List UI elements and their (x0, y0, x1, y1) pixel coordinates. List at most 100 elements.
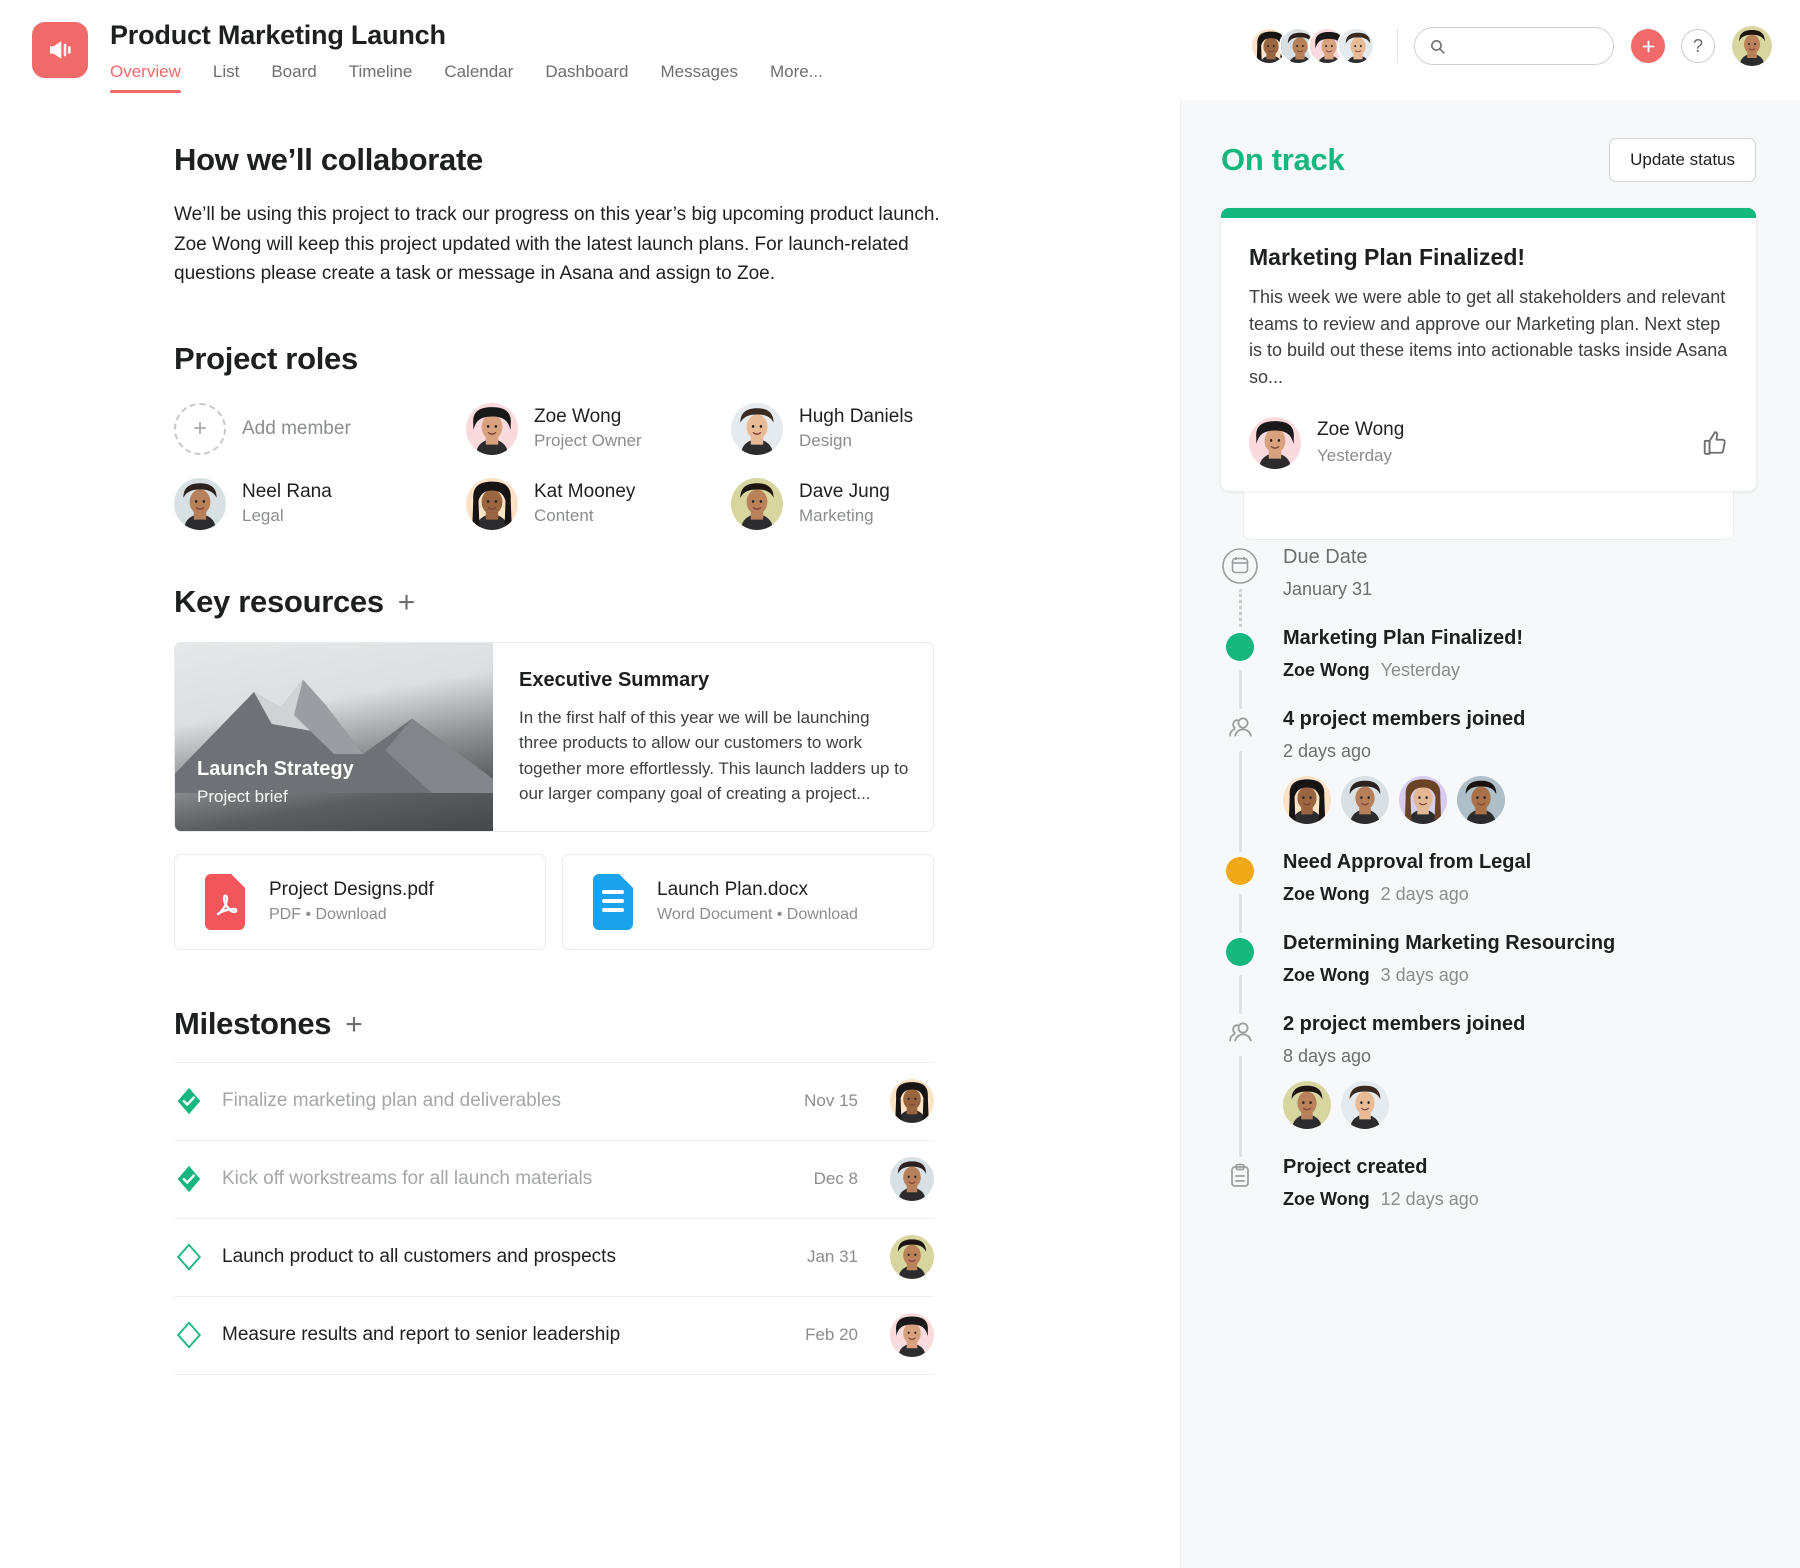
milestone-complete-icon[interactable] (174, 1086, 204, 1116)
activity-item-due-date: Due Date January 31 (1221, 545, 1756, 628)
activity-author: Zoe Wong (1283, 883, 1370, 904)
avatar[interactable] (1283, 1080, 1331, 1129)
timeline-connector (1239, 669, 1242, 709)
status-update-card[interactable]: Marketing Plan Finalized! This week we w… (1221, 208, 1756, 491)
activity-time: 8 days ago (1283, 1045, 1372, 1066)
milestones-list: Finalize marketing plan and deliverables… (174, 1061, 934, 1375)
tab-list[interactable]: List (197, 60, 255, 93)
avatar[interactable] (1283, 775, 1331, 824)
collaborate-body: We’ll be using this project to track our… (174, 204, 940, 285)
role-member-neel-rana[interactable]: Neel Rana Legal (174, 477, 466, 530)
role-member-kat-mooney[interactable]: Kat Mooney Content (466, 477, 731, 530)
file-meta: PDF • Download (269, 906, 387, 924)
role-member-dave-jung[interactable]: Dave Jung Marketing (731, 477, 1054, 530)
search-input[interactable] (1455, 37, 1599, 55)
avatar (731, 477, 783, 530)
add-milestone-icon[interactable]: + (345, 1009, 363, 1040)
file-card-pdf[interactable]: Project Designs.pdf PDF • Download (174, 853, 546, 950)
avatar (466, 402, 518, 455)
add-member-icon: + (174, 402, 226, 455)
activity-item-members-joined[interactable]: 2 project members joined 8 days ago (1221, 1012, 1756, 1157)
executive-summary-body: Executive Summary In the first half of t… (493, 643, 933, 831)
milestone-row[interactable]: Measure results and report to senior lea… (174, 1297, 934, 1375)
status-time: Yesterday (1317, 445, 1392, 465)
milestone-label: Measure results and report to senior lea… (222, 1324, 621, 1346)
file-card-docx[interactable]: Launch Plan.docx Word Document • Downloa… (562, 853, 934, 950)
avatar[interactable] (1337, 27, 1375, 65)
people-icon (1221, 709, 1259, 747)
milestone-row[interactable]: Kick off workstreams for all launch mate… (174, 1141, 934, 1219)
launch-strategy-thumbnail[interactable]: Launch Strategy Project brief (175, 642, 493, 831)
activity-author: Zoe Wong (1283, 659, 1370, 680)
tab-messages[interactable]: Messages (644, 60, 753, 93)
tab-board[interactable]: Board (255, 60, 332, 93)
status-header: On track Update status (1221, 138, 1756, 182)
activity-item-status-update[interactable]: Marketing Plan Finalized! Zoe Wong Yeste… (1221, 626, 1756, 709)
avatar[interactable] (890, 1313, 934, 1358)
avatar[interactable] (890, 1157, 934, 1202)
milestone-incomplete-icon[interactable] (174, 1320, 204, 1350)
role-member-zoe-wong[interactable]: Zoe Wong Project Owner (466, 402, 731, 455)
project-roles-grid: + Add member Zoe Wong Project Owner Hugh… (174, 402, 1054, 530)
milestone-row[interactable]: Finalize marketing plan and deliverables… (174, 1063, 934, 1141)
tab-more[interactable]: More... (754, 60, 839, 93)
add-member-button[interactable]: + Add member (174, 402, 466, 455)
member-role: Project Owner (534, 431, 642, 451)
status-sidebar: On track Update status Marketing Plan Fi… (1180, 100, 1800, 1568)
file-attachments: Project Designs.pdf PDF • Download Launc… (174, 853, 1054, 950)
thumbs-up-icon[interactable] (1702, 430, 1728, 456)
add-button[interactable] (1631, 29, 1665, 63)
tab-dashboard[interactable]: Dashboard (529, 60, 644, 93)
help-button[interactable]: ? (1681, 29, 1715, 63)
activity-time: Yesterday (1380, 659, 1461, 680)
project-tabs: Overview List Board Timeline Calendar Da… (110, 60, 1250, 94)
tab-overview[interactable]: Overview (110, 60, 197, 94)
member-avatar-stack[interactable] (1250, 27, 1375, 65)
avatar[interactable] (1399, 775, 1447, 824)
milestone-row[interactable]: Launch product to all customers and pros… (174, 1219, 934, 1297)
status-dot-orange-icon (1221, 852, 1259, 890)
activity-author: Zoe Wong (1283, 1188, 1370, 1209)
status-author: Zoe Wong (1317, 419, 1405, 441)
milestone-complete-icon[interactable] (174, 1164, 204, 1194)
activity-item-status-update[interactable]: Need Approval from Legal Zoe Wong 2 days… (1221, 850, 1756, 933)
avatar[interactable] (1341, 775, 1389, 824)
status-card-body: This week we were able to get all stakeh… (1249, 287, 1728, 387)
header-titles: Product Marketing Launch Overview List B… (110, 14, 1250, 94)
tab-timeline[interactable]: Timeline (333, 60, 429, 93)
tab-calendar[interactable]: Calendar (428, 60, 529, 93)
avatar (1249, 416, 1301, 469)
avatar[interactable] (1732, 26, 1772, 66)
page-body: How we’ll collaborate We’ll be using thi… (0, 100, 1800, 1568)
activity-title: 4 project members joined (1283, 707, 1526, 730)
milestone-date: Jan 31 (806, 1247, 858, 1267)
due-date-label: Due Date (1283, 545, 1368, 568)
key-resources-label: Key resources (174, 583, 384, 619)
page-title: Product Marketing Launch (110, 20, 446, 50)
member-name: Neel Rana (242, 481, 332, 503)
avatar[interactable] (890, 1079, 934, 1124)
file-name: Project Designs.pdf (269, 879, 434, 901)
milestones-label: Milestones (174, 1005, 332, 1041)
role-member-hugh-daniels[interactable]: Hugh Daniels Design (731, 402, 1054, 455)
activity-title: Marketing Plan Finalized! (1283, 626, 1524, 649)
megaphone-icon[interactable] (32, 22, 88, 78)
milestone-incomplete-icon[interactable] (174, 1242, 204, 1272)
key-resources-heading: Key resources + (174, 584, 1054, 620)
update-status-button[interactable]: Update status (1609, 138, 1756, 182)
add-resource-icon[interactable]: + (398, 587, 416, 618)
milestone-label: Kick off workstreams for all launch mate… (222, 1168, 593, 1190)
avatar[interactable] (890, 1235, 934, 1280)
activity-item-status-update[interactable]: Determining Marketing Resourcing Zoe Won… (1221, 931, 1756, 1014)
activity-item-members-joined[interactable]: 4 project members joined 2 days ago (1221, 707, 1756, 852)
activity-item-project-created[interactable]: Project created Zoe Wong 12 days ago (1221, 1155, 1756, 1236)
milestones-heading: Milestones + (174, 1006, 1054, 1042)
avatar[interactable] (1457, 775, 1505, 824)
search-icon (1431, 39, 1445, 54)
executive-summary-card[interactable]: Launch Strategy Project brief Executive … (174, 641, 934, 832)
search-box[interactable] (1414, 27, 1614, 65)
question-mark-icon: ? (1692, 35, 1703, 56)
avatar[interactable] (1341, 1080, 1389, 1129)
thumbnail-subtitle: Project brief (197, 786, 288, 806)
activity-title: 2 project members joined (1283, 1012, 1526, 1035)
